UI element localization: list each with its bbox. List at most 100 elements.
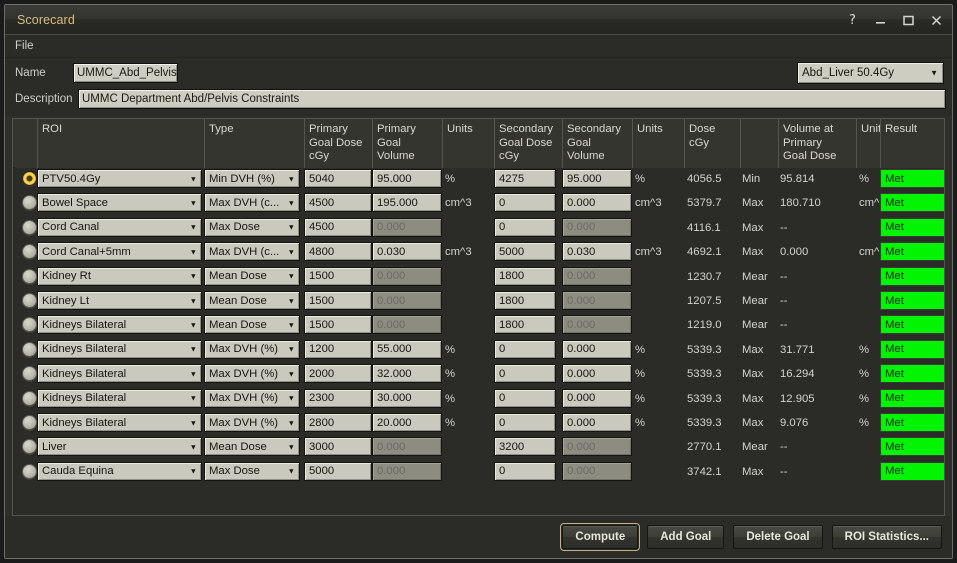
roi-dropdown[interactable]: Kidney Lt ▼ [37, 291, 202, 310]
primary-goal-dose-input[interactable]: 4800 [304, 242, 372, 262]
column-header-result[interactable]: Result [880, 119, 944, 168]
table-row[interactable]: Cord Canal+5mm ▼ Max DVH (c... ▼ 4800 0.030 50… [13, 241, 944, 263]
primary-goal-dose-input[interactable]: 1500 [304, 291, 372, 310]
table-row[interactable]: Kidneys Bilateral ▼ Max DVH (%) ▼ 2300 30.000… [13, 388, 944, 410]
goal-type-dropdown[interactable]: Max Dose ▼ [204, 217, 300, 237]
secondary-goal-volume-input[interactable]: 0.000 [562, 364, 632, 384]
goal-type-dropdown[interactable]: Max DVH (c... ▼ [204, 242, 300, 262]
roi-dropdown[interactable]: Kidneys Bilateral ▼ [37, 315, 202, 335]
table-row[interactable]: Kidney Rt ▼ Mean Dose ▼ 1500 0.000 1800 0.000 12… [13, 266, 944, 288]
secondary-goal-dose-input[interactable]: 1800 [494, 291, 556, 310]
row-select-radio[interactable] [22, 244, 37, 260]
row-select-radio[interactable] [22, 317, 37, 333]
table-row[interactable]: Kidneys Bilateral ▼ Max DVH (%) ▼ 2000 32.000… [13, 363, 944, 385]
secondary-goal-volume-input[interactable]: 0.000 [562, 193, 632, 213]
secondary-goal-dose-input[interactable]: 4275 [494, 169, 556, 188]
row-select-radio[interactable] [22, 439, 37, 455]
column-header-pgdose[interactable]: Primary Goal Dose cGy [304, 119, 372, 168]
primary-goal-volume-input[interactable]: 20.000 [372, 413, 442, 432]
goal-type-dropdown[interactable]: Max DVH (%) ▼ [204, 364, 300, 384]
column-header-vunits[interactable]: Units [856, 119, 887, 168]
primary-goal-volume-input[interactable]: 0.030 [372, 242, 442, 262]
column-header-pgvol[interactable]: Primary Goal Volume [372, 119, 442, 168]
roi-dropdown[interactable]: Cauda Equina ▼ [37, 461, 202, 481]
primary-goal-dose-input[interactable]: 2800 [304, 413, 372, 432]
goal-type-dropdown[interactable]: Max DVH (%) ▼ [204, 388, 300, 408]
roi-dropdown[interactable]: Kidneys Bilateral ▼ [37, 339, 202, 359]
primary-goal-dose-input[interactable]: 5000 [304, 461, 372, 481]
primary-goal-dose-input[interactable]: 4500 [304, 193, 372, 213]
primary-goal-dose-input[interactable]: 2000 [304, 364, 372, 384]
primary-goal-volume-input[interactable]: 30.000 [372, 388, 442, 408]
goal-type-dropdown[interactable]: Mean Dose ▼ [204, 266, 300, 286]
secondary-goal-volume-input[interactable]: 0.000 [562, 388, 632, 408]
column-header-sgvol[interactable]: Secondary Goal Volume [562, 119, 632, 168]
primary-goal-volume-input[interactable]: 195.000 [372, 193, 442, 213]
row-select-radio[interactable] [22, 366, 37, 382]
secondary-goal-volume-input[interactable]: 0.000 [562, 339, 632, 359]
roi-dropdown[interactable]: Kidney Rt ▼ [37, 266, 202, 286]
goal-type-dropdown[interactable]: Mean Dose ▼ [204, 291, 300, 310]
primary-goal-dose-input[interactable]: 1500 [304, 266, 372, 286]
column-header-stat[interactable] [740, 119, 778, 168]
table-row[interactable]: Kidney Lt ▼ Mean Dose ▼ 1500 0.000 1800 0.000 12… [13, 290, 944, 312]
row-select-radio[interactable] [22, 341, 37, 357]
goal-type-dropdown[interactable]: Max DVH (c... ▼ [204, 193, 300, 213]
roi-dropdown[interactable]: Liver ▼ [37, 437, 202, 457]
roi-dropdown[interactable]: Kidneys Bilateral ▼ [37, 364, 202, 384]
row-select-radio[interactable] [22, 268, 37, 284]
row-select-radio[interactable] [22, 171, 37, 186]
secondary-goal-dose-input[interactable]: 3200 [494, 437, 556, 457]
primary-goal-dose-input[interactable]: 3000 [304, 437, 372, 457]
secondary-goal-dose-input[interactable]: 0 [494, 193, 556, 213]
column-header-volat[interactable]: Volume at Primary Goal Dose [778, 119, 856, 168]
minimize-icon[interactable] [873, 15, 888, 26]
primary-goal-dose-input[interactable]: 1500 [304, 315, 372, 335]
roi-dropdown[interactable]: Bowel Space ▼ [37, 193, 202, 213]
table-row[interactable]: Bowel Space ▼ Max DVH (c... ▼ 4500 195.000 0 0.… [13, 192, 944, 214]
table-row[interactable]: Cord Canal ▼ Max Dose ▼ 4500 0.000 0 0.000 4116.… [13, 217, 944, 239]
row-select-radio[interactable] [22, 415, 37, 430]
goal-type-dropdown[interactable]: Max DVH (%) ▼ [204, 413, 300, 432]
table-row[interactable]: Kidneys Bilateral ▼ Max DVH (%) ▼ 1200 55.000… [13, 339, 944, 361]
row-select-radio[interactable] [22, 463, 37, 479]
roi-dropdown[interactable]: Kidneys Bilateral ▼ [37, 388, 202, 408]
primary-goal-dose-input[interactable]: 5040 [304, 169, 372, 188]
secondary-goal-dose-input[interactable]: 0 [494, 217, 556, 237]
help-icon[interactable]: ? [845, 14, 860, 27]
column-header-sgdose[interactable]: Secondary Goal Dose cGy [494, 119, 562, 168]
secondary-goal-dose-input[interactable]: 0 [494, 461, 556, 481]
secondary-goal-dose-input[interactable]: 0 [494, 364, 556, 384]
secondary-goal-dose-input[interactable]: 0 [494, 388, 556, 408]
column-header-type[interactable]: Type [204, 119, 304, 168]
primary-goal-volume-input[interactable]: 95.000 [372, 169, 442, 188]
secondary-goal-dose-input[interactable]: 0 [494, 413, 556, 432]
roi-dropdown[interactable]: Kidneys Bilateral ▼ [37, 413, 202, 432]
profile-dropdown[interactable]: Abd_Liver 50.4Gy ▼ [797, 62, 944, 84]
close-icon[interactable] [929, 15, 944, 26]
secondary-goal-dose-input[interactable]: 1800 [494, 266, 556, 286]
row-select-radio[interactable] [22, 390, 37, 406]
table-row[interactable]: Kidneys Bilateral ▼ Mean Dose ▼ 1500 0.000 180… [13, 314, 944, 336]
primary-goal-volume-input[interactable]: 55.000 [372, 339, 442, 359]
table-row[interactable]: Liver ▼ Mean Dose ▼ 3000 0.000 3200 0.000 2770.1… [13, 436, 944, 458]
maximize-icon[interactable] [901, 15, 916, 26]
goal-type-dropdown[interactable]: Min DVH (%) ▼ [204, 169, 300, 188]
primary-goal-dose-input[interactable]: 2300 [304, 388, 372, 408]
menu-item-file[interactable]: File [5, 38, 42, 54]
table-row[interactable]: Cauda Equina ▼ Max Dose ▼ 5000 0.000 0 0.000 374… [13, 461, 944, 483]
add-goal-button[interactable]: Add Goal [647, 525, 725, 549]
column-header-punits[interactable]: Units [442, 119, 494, 168]
roi-dropdown[interactable]: PTV50.4Gy ▼ [37, 169, 202, 188]
primary-goal-dose-input[interactable]: 4500 [304, 217, 372, 237]
column-header-radio[interactable] [15, 119, 37, 168]
goal-type-dropdown[interactable]: Max Dose ▼ [204, 461, 300, 481]
secondary-goal-volume-input[interactable]: 0.000 [562, 413, 632, 432]
table-row[interactable]: PTV50.4Gy ▼ Min DVH (%) ▼ 5040 95.000 4275 95.0… [13, 168, 944, 190]
roi-dropdown[interactable]: Cord Canal+5mm ▼ [37, 242, 202, 262]
goal-type-dropdown[interactable]: Mean Dose ▼ [204, 315, 300, 335]
row-select-radio[interactable] [22, 219, 37, 235]
column-header-sunits[interactable]: Units [632, 119, 684, 168]
column-header-roi[interactable]: ROI [37, 119, 204, 168]
goal-type-dropdown[interactable]: Max DVH (%) ▼ [204, 339, 300, 359]
